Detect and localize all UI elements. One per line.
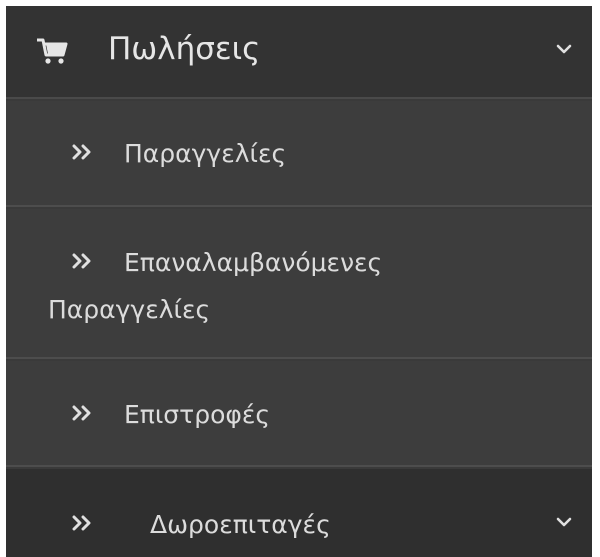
submenu-item-gift-vouchers[interactable]: Δωροεπιταγές [6, 469, 592, 557]
submenu-item-label: Δωροεπιταγές [150, 510, 331, 539]
cart-icon [37, 38, 68, 64]
double-chevron-right-icon [72, 144, 91, 160]
submenu-item-label-line2: Παραγγελίες [48, 295, 211, 324]
sidebar-menu: Πωλήσεις Παραγγελίες Επαναλαμβανόμενες Π… [6, 6, 592, 557]
submenu-item-label: Επιστροφές [124, 400, 271, 429]
chevron-down-icon[interactable] [556, 43, 572, 55]
sales-label: Πωλήσεις [108, 31, 261, 67]
submenu-item-orders[interactable]: Παραγγελίες [6, 101, 592, 207]
double-chevron-right-icon [72, 515, 91, 531]
submenu-item-label: Παραγγελίες [124, 139, 287, 168]
chevron-down-icon[interactable] [556, 516, 572, 528]
submenu-item-returns[interactable]: Επιστροφές [6, 361, 592, 467]
double-chevron-right-icon [72, 405, 91, 421]
double-chevron-right-icon [72, 253, 91, 269]
submenu-item-label-line1: Επαναλαμβανόμενες [124, 248, 383, 277]
menu-item-sales[interactable]: Πωλήσεις [6, 6, 592, 99]
submenu-item-recurring-orders[interactable]: Επαναλαμβανόμενες Παραγγελίες [6, 209, 592, 359]
